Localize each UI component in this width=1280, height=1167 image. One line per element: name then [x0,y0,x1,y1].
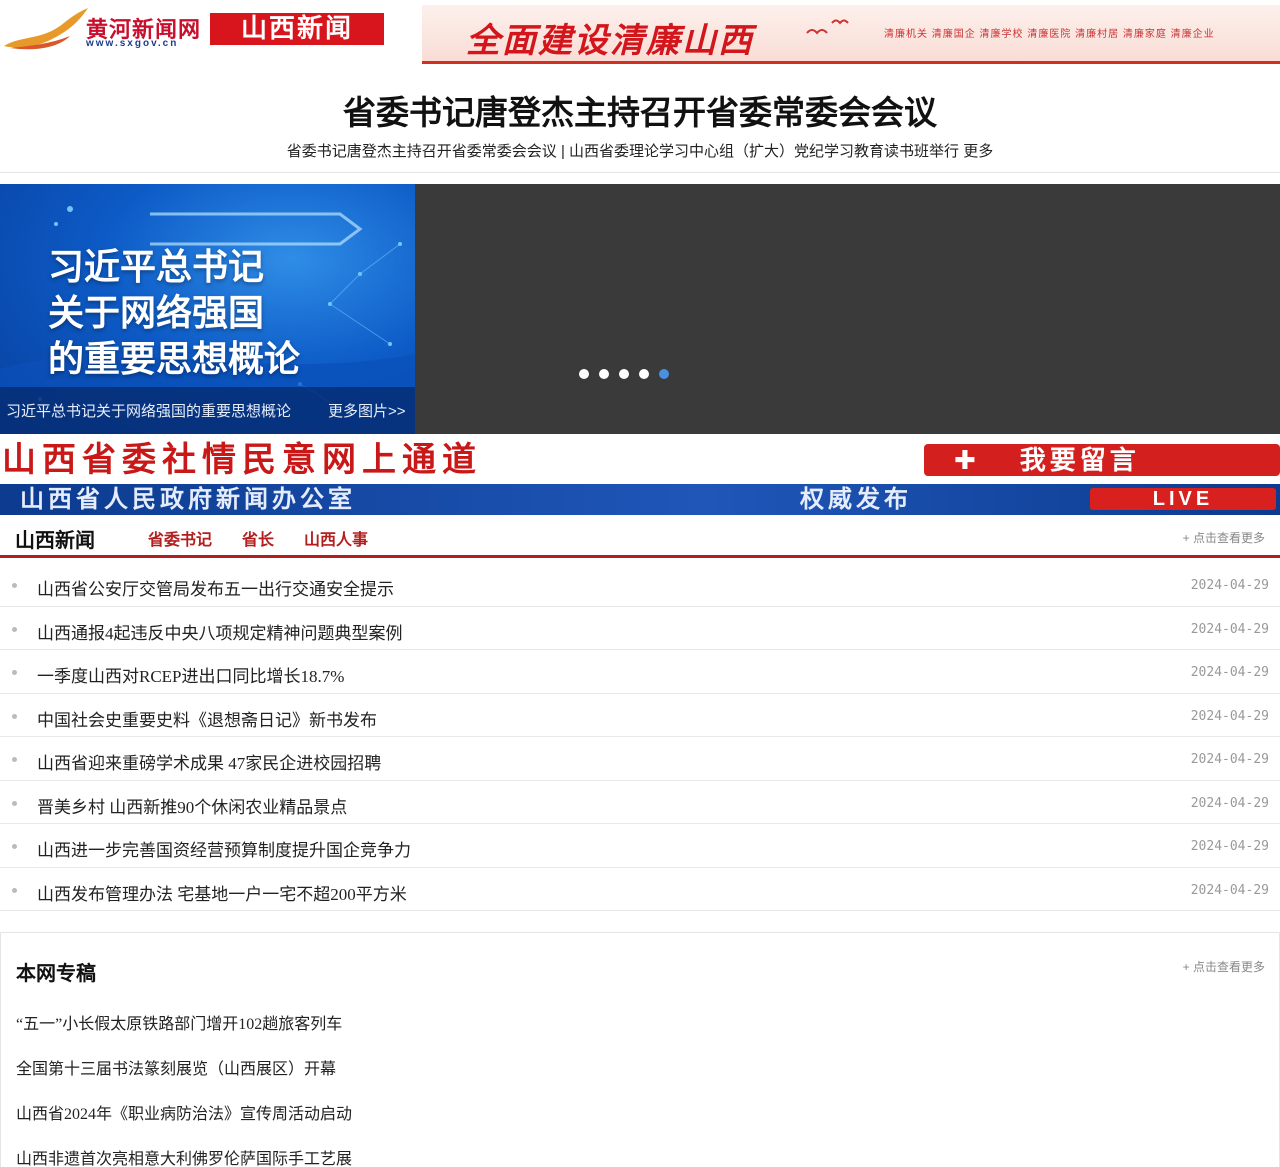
slide-line-3: 的重要思想概论 [48,338,301,379]
list-item[interactable]: 山西省公安厅交管局发布五一出行交通安全提示 2024-04-29 [0,563,1280,607]
special-item[interactable]: 山西省2024年《职业病防治法》宣传周活动启动 [16,1100,352,1124]
special-item[interactable]: 全国第十三届书法篆刻展览（山西展区）开幕 [16,1055,336,1079]
news-date: 2024-04-29 [1190,578,1269,593]
bullet-icon [12,626,17,632]
list-item[interactable]: 晋美乡村 山西新推90个休闲农业精品景点 2024-04-29 [0,781,1280,824]
special-section-title: 本网专稿 [16,963,96,985]
news-title[interactable]: 山西发布管理办法 宅基地一户一宅不超200平方米 [37,880,407,905]
news-date: 2024-04-29 [1190,621,1269,637]
special-more-link[interactable]: + 点击查看更多 [1183,958,1265,975]
list-item[interactable]: 山西发布管理办法 宅基地一户一宅不超200平方米 2024-04-29 [0,868,1280,911]
bullet-icon [12,887,17,893]
slider-dot-1[interactable] [579,369,589,379]
special-item[interactable]: “五一”小长假太原铁路部门增开102趟旅客列车 [16,1010,342,1034]
site-logo[interactable]: 黄河新闻网 www.sxgov.cn 山西新闻 [0,2,390,58]
headline-link-2[interactable]: 山西省委理论学习中心组（扩大）党纪学习教育读书班举行 [569,143,959,160]
news-title[interactable]: 山西通报4起违反中央八项规定精神问题典型案例 [37,619,403,644]
banner-subtitle: 清廉机关 清廉国企 清廉学校 清廉医院 清廉村居 清廉家庭 清廉企业 [884,29,1215,40]
news-list: 山西省公安厅交管局发布五一出行交通安全提示 2024-04-29 山西通报4起违反… [0,563,1280,911]
list-item[interactable]: 山西进一步完善国资经营预算制度提升国企竞争力 2024-04-29 [0,824,1280,868]
news-title[interactable]: 山西进一步完善国资经营预算制度提升国企竞争力 [37,836,411,861]
tab-governor[interactable]: 省长 [242,526,274,550]
banner-title: 全面建设清廉山西 [466,23,754,60]
news-title[interactable]: 一季度山西对RCEP进出口同比增长18.7% [37,662,344,687]
more-images-link[interactable]: 更多图片>> [328,400,406,421]
slider-dot-5[interactable] [659,369,669,379]
news-more-link[interactable]: + 点击查看更多 [1183,529,1265,546]
plus-icon: ✚ [954,445,980,475]
banner-press-office[interactable]: 山西省人民政府新闻办公室 权威发布 LIVE [0,484,1280,515]
news-date: 2024-04-29 [1190,882,1269,898]
slide-line-1: 习近平总书记 [48,246,265,287]
slider-dot-2[interactable] [599,369,609,379]
slider-panel [415,184,1280,434]
headline-link-1[interactable]: 省委书记唐登杰主持召开省委常委会会议 [287,143,557,160]
logo-swoosh-icon [4,8,88,50]
news-date: 2024-04-29 [1190,665,1269,680]
news-title[interactable]: 山西省迎来重磅学术成果 47家民企进校园招聘 [37,749,381,774]
slider-caption: 习近平总书记关于网络强国的重要思想概论 更多图片>> [0,387,415,434]
banner-clean-shanxi[interactable]: 全面建设清廉山西 清廉机关 清廉国企 清廉学校 清廉医院 清廉村居 清廉家庭 清… [422,5,1280,64]
tab-personnel[interactable]: 山西人事 [304,526,368,550]
leave-message-label: 我要留言 [1019,445,1140,475]
slide-line-2: 关于网络强国 [48,292,265,333]
bullet-icon [12,713,17,719]
news-date: 2024-04-29 [1190,752,1269,767]
headline-links: 省委书记唐登杰主持召开省委常委会会议 | 山西省委理论学习中心组（扩大）党纪学习… [0,140,1280,161]
slide-text: 习近平总书记 关于网络强国 的重要思想概论 [48,244,300,382]
news-title[interactable]: 中国社会史重要史料《退想斋日记》新书发布 [37,706,377,731]
banner-blue-title: 山西省人民政府新闻办公室 [20,486,356,513]
banner-blue-subtitle: 权威发布 [800,486,912,513]
bullet-icon [12,800,17,806]
tab-party-secretary[interactable]: 省委书记 [148,526,212,550]
special-item[interactable]: 山西非遗首次亮相意大利佛罗伦萨国际手工艺展 [16,1145,352,1167]
birds-icon [806,19,849,35]
news-section-title: 山西新闻 [15,530,95,552]
headline-title[interactable]: 省委书记唐登杰主持召开省委常委会会议 [0,86,1280,134]
list-item[interactable]: 一季度山西对RCEP进出口同比增长18.7% 2024-04-29 [0,650,1280,694]
site-header: 黄河新闻网 www.sxgov.cn 山西新闻 全面建设清廉山西 清廉机关 清廉… [0,0,1280,68]
channel-logo: 山西新闻 [210,13,384,45]
leave-message-button[interactable]: ✚ 我要留言 [924,444,1280,476]
slider-dot-3[interactable] [619,369,629,379]
list-item[interactable]: 中国社会史重要史料《退想斋日记》新书发布 2024-04-29 [0,694,1280,737]
news-date: 2024-04-29 [1190,708,1269,724]
news-section-header: 山西新闻 省委书记 省长 山西人事 + 点击查看更多 [0,516,1280,558]
divider [0,172,1280,173]
headline-more-link[interactable]: 更多 [963,143,993,160]
list-item[interactable]: 山西通报4起违反中央八项规定精神问题典型案例 2024-04-29 [0,607,1280,650]
special-section: 本网专稿 + 点击查看更多 “五一”小长假太原铁路部门增开102趟旅客列车 全国… [0,932,1280,1167]
slider-caption-link[interactable]: 习近平总书记关于网络强国的重要思想概论 [6,400,291,421]
separator: | [556,143,570,160]
list-item[interactable]: 山西省迎来重磅学术成果 47家民企进校园招聘 2024-04-29 [0,737,1280,781]
slider-dot-4[interactable] [639,369,649,379]
banner-public-opinion[interactable]: 山西省委社情民意网上通道 ✚ 我要留言 [0,440,1280,480]
bullet-icon [12,583,17,588]
live-badge: LIVE [1090,488,1276,510]
logo-url: www.sxgov.cn [86,38,179,49]
news-date: 2024-04-29 [1190,795,1269,811]
bullet-icon [12,757,17,762]
news-title[interactable]: 晋美乡村 山西新推90个休闲农业精品景点 [37,793,347,818]
news-date: 2024-04-29 [1190,839,1269,854]
bullet-icon [12,670,17,675]
news-title[interactable]: 山西省公安厅交管局发布五一出行交通安全提示 [37,575,394,600]
banner-red-title: 山西省委社情民意网上通道 [2,441,482,479]
bullet-icon [12,844,17,849]
